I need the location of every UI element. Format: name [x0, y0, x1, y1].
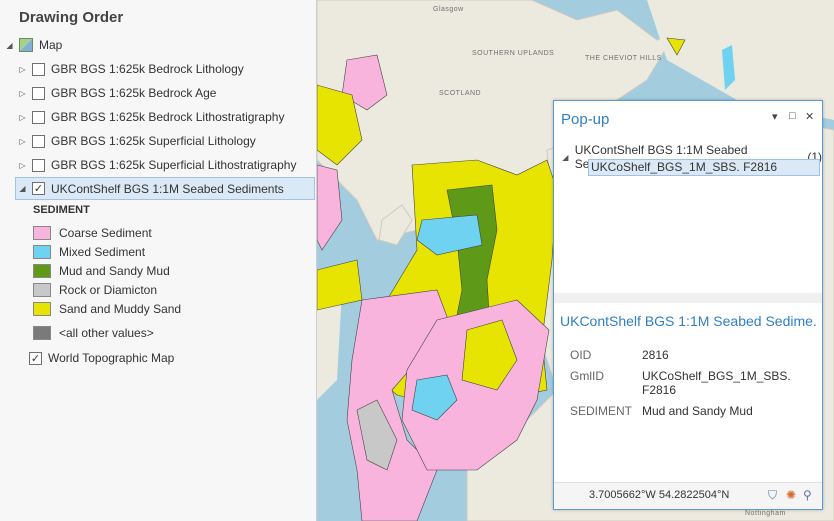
- layer-row[interactable]: ▷ GBR BGS 1:625k Superficial Lithology: [18, 130, 256, 152]
- popup-divider: [554, 293, 822, 303]
- legend-swatch: [33, 301, 51, 316]
- layer-visibility-checkbox[interactable]: [32, 134, 45, 148]
- close-icon[interactable]: ✕: [805, 110, 814, 123]
- legend-heading: SEDIMENT: [33, 204, 90, 216]
- basemap-row[interactable]: ✓ World Topographic Map: [29, 347, 174, 369]
- expand-arrow-icon[interactable]: ▷: [18, 112, 27, 122]
- map-node-label: Map: [39, 38, 63, 52]
- map-place-label: Nottingham: [745, 510, 786, 517]
- attribute-value: Mud and Sandy Mud: [642, 404, 753, 418]
- flash-icon[interactable]: ✺: [786, 488, 796, 502]
- legend-swatch: [33, 325, 51, 340]
- filter-icon[interactable]: ⛉: [768, 488, 777, 503]
- legend-item: Mud and Sandy Mud: [33, 261, 170, 280]
- layer-visibility-checkbox[interactable]: [32, 86, 45, 100]
- layer-label: GBR BGS 1:625k Superficial Lithostratigr…: [51, 158, 297, 172]
- legend-item: <all other values>: [33, 323, 154, 342]
- legend-swatch: [33, 244, 51, 259]
- layer-label: GBR BGS 1:625k Bedrock Age: [51, 86, 217, 100]
- popup-feature-entry[interactable]: UKCoShelf_BGS_1M_SBS. F2816: [588, 159, 820, 176]
- attribute-name: OID: [570, 348, 592, 362]
- attribute-value: 2816: [642, 348, 669, 362]
- legend-swatch: [33, 225, 51, 240]
- legend-swatch: [33, 282, 51, 297]
- layer-label: GBR BGS 1:625k Bedrock Lithostratigraphy: [51, 110, 285, 124]
- map-place-label: THE CHEVIOT HILLS: [585, 55, 662, 62]
- attribute-name: GmlID: [570, 369, 604, 383]
- expand-arrow-icon[interactable]: ▷: [18, 160, 27, 170]
- layer-visibility-checkbox[interactable]: [32, 158, 45, 172]
- layer-label: UKContShelf BGS 1:1M Seabed Sediments: [51, 181, 284, 196]
- layer-visibility-checkbox[interactable]: [32, 110, 45, 124]
- layer-visibility-checkbox[interactable]: ✓: [32, 182, 45, 195]
- legend-label: Coarse Sediment: [59, 225, 152, 240]
- basemap-label: World Topographic Map: [48, 351, 175, 365]
- attribute-value: UKCoShelf_BGS_1M_SBS. F2816: [642, 369, 791, 397]
- contents-pane: Drawing Order ◢ Map ▷ GBR BGS 1:625k Bed…: [0, 0, 317, 521]
- popup-coordinates: 3.7005662°W 54.2822504°N: [589, 489, 730, 501]
- legend-label: Mud and Sandy Mud: [59, 263, 170, 278]
- zoom-to-icon[interactable]: ⚲: [803, 488, 812, 502]
- map-node[interactable]: ◢ Map: [5, 34, 62, 56]
- legend-item: Coarse Sediment: [33, 223, 152, 242]
- legend-label: Sand and Muddy Sand: [59, 301, 182, 316]
- popup-title: Pop-up: [561, 111, 610, 128]
- legend-item: Rock or Diamicton: [33, 280, 157, 299]
- layer-row-selected[interactable]: ◢ ✓ UKContShelf BGS 1:1M Seabed Sediment…: [15, 177, 315, 200]
- expand-arrow-icon[interactable]: ▷: [18, 64, 27, 74]
- collapse-arrow-icon[interactable]: ◢: [18, 184, 27, 194]
- collapse-arrow-icon[interactable]: ◢: [5, 40, 14, 50]
- layer-visibility-checkbox[interactable]: [32, 62, 45, 76]
- legend-label: Mixed Sediment: [59, 244, 146, 259]
- legend-label: <all other values>: [59, 325, 154, 340]
- layer-label: GBR BGS 1:625k Bedrock Lithology: [51, 62, 244, 76]
- legend-swatch: [33, 263, 51, 278]
- layer-row[interactable]: ▷ GBR BGS 1:625k Bedrock Age: [18, 82, 216, 104]
- map-place-label: SCOTLAND: [439, 90, 482, 97]
- expand-arrow-icon[interactable]: ▷: [18, 136, 27, 146]
- map-place-label: SOUTHERN UPLANDS: [472, 50, 555, 57]
- popup-footer: 3.7005662°W 54.2822504°N ⛉ ✺ ⚲: [554, 482, 822, 509]
- layer-label: GBR BGS 1:625k Superficial Lithology: [51, 134, 256, 148]
- maximize-icon[interactable]: □: [789, 110, 796, 122]
- legend-item: Sand and Muddy Sand: [33, 299, 181, 318]
- expand-arrow-icon[interactable]: ▷: [18, 88, 27, 98]
- popup-detail-title: UKContShelf BGS 1:1M Seabed Sedime...: [560, 313, 818, 329]
- legend-label: Rock or Diamicton: [59, 282, 158, 297]
- map-place-label: Glasgow: [433, 6, 464, 13]
- collapse-arrow-icon[interactable]: ◢: [561, 152, 570, 162]
- legend-item: Mixed Sediment: [33, 242, 145, 261]
- layer-row[interactable]: ▷ GBR BGS 1:625k Bedrock Lithostratigrap…: [18, 106, 284, 128]
- attribute-name: SEDIMENT: [570, 404, 633, 418]
- popup-window[interactable]: Pop-up ▾ □ ✕ ◢ UKContShelf BGS 1:1M Seab…: [553, 100, 823, 510]
- layer-row[interactable]: ▷ GBR BGS 1:625k Superficial Lithostrati…: [18, 154, 296, 176]
- pane-title: Drawing Order: [19, 9, 124, 26]
- dropdown-arrow-icon[interactable]: ▾: [772, 110, 778, 123]
- basemap-visibility-checkbox[interactable]: ✓: [29, 351, 42, 365]
- layer-row[interactable]: ▷ GBR BGS 1:625k Bedrock Lithology: [18, 58, 244, 80]
- map-icon: [19, 38, 33, 52]
